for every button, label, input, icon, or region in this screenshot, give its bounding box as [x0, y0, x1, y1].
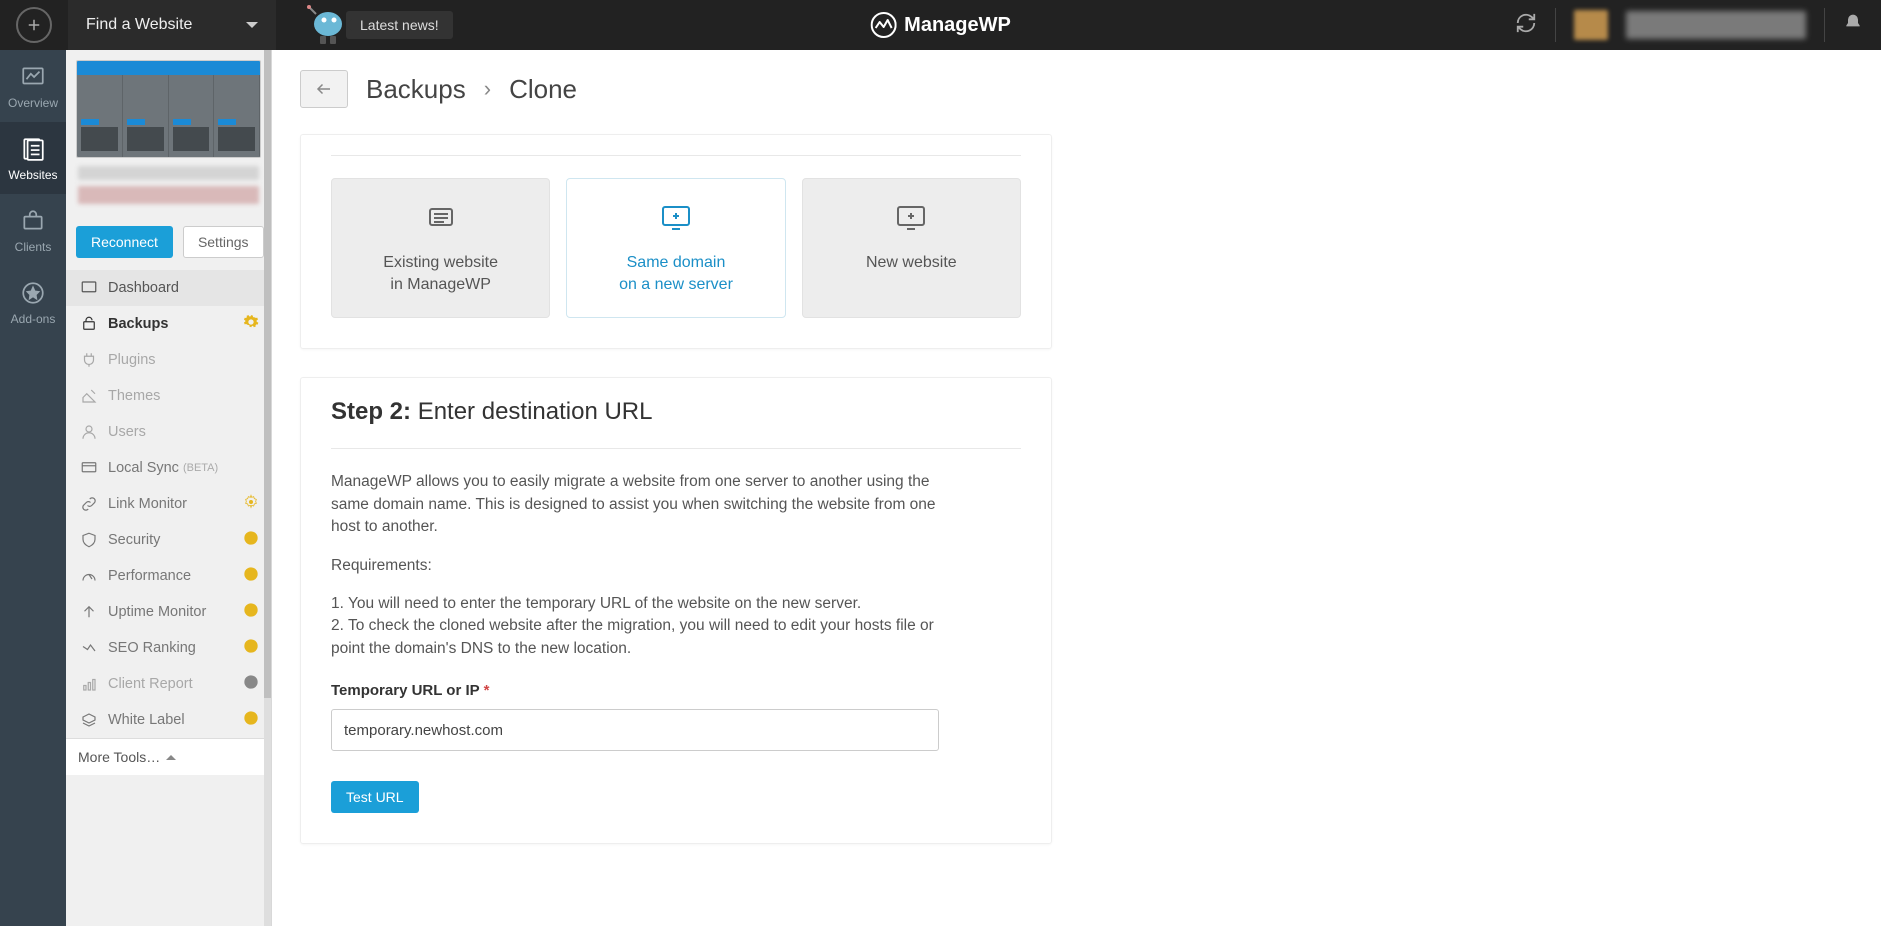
dest-same-domain[interactable]: Same domainon a new server [566, 178, 785, 318]
menu-link-monitor[interactable]: Link Monitor [66, 486, 271, 522]
site-thumbnail[interactable] [76, 60, 261, 158]
site-name-redacted [78, 166, 259, 180]
gear-icon[interactable] [243, 530, 259, 550]
nav-websites[interactable]: Websites [0, 122, 66, 194]
nav-rail: Overview Websites Clients Add-ons [0, 50, 66, 926]
test-url-button[interactable]: Test URL [331, 781, 419, 813]
menu-backups[interactable]: Backups [66, 306, 271, 342]
gear-icon[interactable] [243, 638, 259, 658]
gear-icon[interactable] [243, 494, 259, 514]
gear-icon[interactable] [243, 710, 259, 730]
main-content: Backups › Clone Existing websitein Manag… [272, 50, 1881, 926]
dest-existing-website[interactable]: Existing websitein ManageWP [331, 178, 550, 318]
site-sidebar: Reconnect Settings Dashboard Backups Plu… [66, 50, 272, 926]
add-button[interactable] [16, 7, 52, 43]
step-title: Step 2: Enter destination URL [331, 398, 1021, 426]
user-menu[interactable] [1626, 11, 1806, 39]
menu-dashboard[interactable]: Dashboard [66, 270, 271, 306]
breadcrumb-leaf: Clone [509, 74, 577, 105]
avatar[interactable] [1574, 10, 1608, 40]
chevron-up-icon [166, 750, 176, 760]
monitor-plus-icon [813, 203, 1010, 236]
list-icon [342, 203, 539, 236]
breadcrumb-root[interactable]: Backups [366, 74, 466, 105]
nav-clients[interactable]: Clients [0, 194, 66, 266]
step-intro: ManageWP allows you to easily migrate a … [331, 471, 951, 538]
divider [1824, 8, 1825, 42]
menu-white-label[interactable]: White Label [66, 702, 271, 738]
divider [1555, 8, 1556, 42]
top-bar: Find a Website Latest news! ManageWP [0, 0, 1881, 50]
monitor-plus-icon [577, 203, 774, 236]
menu-seo[interactable]: SEO Ranking [66, 630, 271, 666]
news-label: Latest news! [346, 11, 453, 39]
reconnect-button[interactable]: Reconnect [76, 226, 173, 258]
bell-icon[interactable] [1843, 13, 1863, 38]
requirements-list: 1. You will need to enter the temporary … [331, 593, 951, 660]
sidebar-scrollbar[interactable] [264, 50, 271, 926]
back-button[interactable] [300, 70, 348, 108]
latest-news[interactable]: Latest news! [300, 4, 453, 46]
temporary-url-input[interactable] [331, 709, 939, 751]
gear-icon[interactable] [243, 314, 259, 334]
gear-icon[interactable] [243, 602, 259, 622]
menu-security[interactable]: Security [66, 522, 271, 558]
nav-addons[interactable]: Add-ons [0, 266, 66, 338]
more-tools[interactable]: More Tools… [66, 738, 271, 775]
breadcrumb: Backups › Clone [300, 50, 1853, 134]
gear-icon[interactable] [243, 566, 259, 586]
menu-users[interactable]: Users [66, 414, 271, 450]
site-menu: Dashboard Backups Plugins Themes Users L… [66, 270, 271, 738]
menu-themes[interactable]: Themes [66, 378, 271, 414]
menu-performance[interactable]: Performance [66, 558, 271, 594]
brand-icon [870, 12, 896, 38]
site-card [66, 50, 271, 226]
requirements-heading: Requirements: [331, 557, 1021, 575]
sync-icon[interactable] [1515, 12, 1537, 39]
gear-icon[interactable] [243, 674, 259, 694]
menu-client-report[interactable]: Client Report [66, 666, 271, 702]
find-website-dropdown[interactable]: Find a Website [68, 0, 276, 50]
dest-new-website[interactable]: New website [802, 178, 1021, 318]
brand-text: ManageWP [904, 14, 1011, 37]
url-field-label: Temporary URL or IP* [331, 682, 1021, 699]
find-website-label: Find a Website [86, 16, 192, 34]
brand-logo[interactable]: ManageWP [870, 12, 1011, 38]
chevron-down-icon [246, 22, 258, 34]
step2-panel: Step 2: Enter destination URL ManageWP a… [300, 377, 1052, 844]
menu-uptime[interactable]: Uptime Monitor [66, 594, 271, 630]
menu-local-sync[interactable]: Local Sync(BETA) [66, 450, 271, 486]
nav-overview[interactable]: Overview [0, 50, 66, 122]
destination-panel: Existing websitein ManageWP Same domaino… [300, 134, 1052, 349]
settings-button[interactable]: Settings [183, 226, 264, 258]
site-url-redacted [78, 186, 259, 204]
menu-plugins[interactable]: Plugins [66, 342, 271, 378]
chevron-right-icon: › [484, 76, 491, 102]
